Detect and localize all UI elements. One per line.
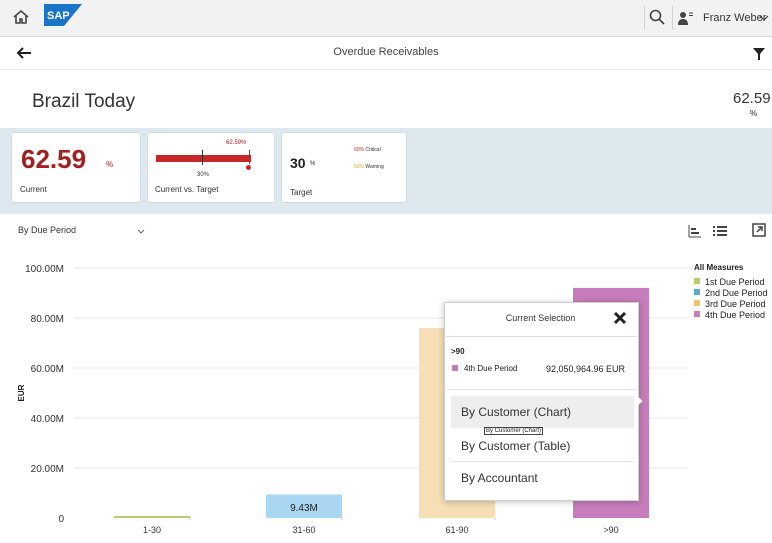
popover-arrow-fill	[636, 395, 642, 407]
x-tick-label: 61-90	[445, 525, 468, 535]
bar-chart: 0 20.00M 40.00M 60.00M 80.00M 100.00M EUR 1-30 3…	[17, 264, 688, 535]
critical-threshold-text: Critical	[365, 147, 381, 153]
x-tick-label: 1-30	[143, 525, 161, 535]
menu-item-by-accountant[interactable]: By Accountant	[461, 471, 538, 485]
current-value: 62.59	[21, 144, 87, 174]
current-label: Current	[20, 185, 47, 194]
critical-threshold: 60% Critical	[354, 147, 381, 153]
critical-threshold-value: 60%	[354, 147, 365, 153]
y-axis-label: EUR	[17, 384, 26, 401]
legend-title: All Measures	[694, 263, 744, 272]
page-title: Overdue Receivables	[333, 46, 439, 58]
legend-item-label: 3rd Due Period	[705, 299, 766, 309]
y-tick-label: 80.00M	[31, 314, 64, 325]
legend-item[interactable]: 4th Due Period	[694, 310, 765, 320]
bar-value-label: 9.43M	[290, 503, 318, 514]
legend-item[interactable]: 2nd Due Period	[694, 288, 768, 298]
y-tick-label: 100.00M	[25, 264, 64, 275]
target-pct-label: 30%	[197, 172, 210, 178]
x-tick-label: 31-60	[292, 525, 315, 535]
list-icon[interactable]	[713, 224, 727, 238]
user-icon[interactable]	[678, 11, 694, 25]
target-marker	[202, 150, 203, 165]
legend-swatch	[694, 300, 700, 306]
divider	[444, 389, 637, 390]
kpi-value: 62.59	[733, 90, 771, 107]
warning-threshold-value: 50%	[354, 164, 365, 170]
x-tick-label: >90	[603, 525, 618, 535]
current-pct-label: 62.59%	[226, 140, 247, 146]
expand-icon[interactable]	[752, 223, 766, 237]
current-bar	[156, 155, 251, 162]
legend-swatch	[694, 289, 700, 295]
selection-amount: 92,050,964.96 EUR	[546, 364, 626, 374]
legend-item-label: 2nd Due Period	[705, 288, 768, 298]
close-icon[interactable]	[612, 310, 628, 326]
bar-chart-icon[interactable]	[688, 224, 702, 238]
legend-swatch	[694, 311, 700, 317]
app-title: Brazil Today	[32, 91, 136, 112]
selection-swatch	[452, 365, 458, 371]
filter-icon[interactable]	[753, 48, 765, 60]
current-unit: %	[106, 160, 114, 169]
sap-logo-text: SAP	[47, 10, 70, 22]
user-name[interactable]: Franz Weber	[703, 12, 766, 24]
kpi-unit: %	[750, 109, 758, 118]
divider	[444, 336, 637, 337]
menu-item-by-customer-table[interactable]: By Customer (Table)	[461, 439, 570, 453]
popover-title: Current Selection	[505, 313, 576, 323]
legend-swatch	[694, 278, 700, 284]
current-marker-line	[249, 150, 250, 164]
target-value: 30	[290, 155, 306, 171]
y-tick-label: 60.00M	[31, 364, 64, 375]
selection-range: >90	[451, 347, 465, 356]
menu-item-label[interactable]: By Customer (Chart)	[461, 405, 571, 419]
legend-item[interactable]: 1st Due Period	[694, 277, 765, 287]
divider	[451, 461, 634, 462]
chevron-down-icon[interactable]	[136, 228, 146, 236]
current-vs-target-label: Current vs. Target	[155, 185, 219, 194]
legend-item-label: 1st Due Period	[705, 277, 765, 287]
legend-item-label: 4th Due Period	[705, 310, 766, 320]
y-tick-label: 20.00M	[31, 464, 64, 475]
y-tick-label: 40.00M	[31, 414, 64, 425]
sap-logo[interactable]: SAP	[44, 4, 82, 26]
chevron-down-icon[interactable]	[759, 13, 769, 23]
target-unit: %	[310, 161, 316, 167]
target-label: Target	[290, 188, 313, 197]
current-marker-dot	[246, 165, 251, 170]
bar	[114, 516, 190, 518]
divider	[672, 6, 673, 30]
home-icon[interactable]	[12, 8, 30, 26]
divider	[644, 6, 645, 30]
y-tick-label: 0	[58, 514, 64, 525]
legend-item[interactable]: 3rd Due Period	[694, 299, 766, 309]
period-select[interactable]: By Due Period	[18, 225, 76, 235]
warning-threshold: 50% Warning	[354, 164, 384, 170]
warning-threshold-text: Warning	[365, 164, 384, 170]
tooltip: By Customer (Chart)	[484, 427, 544, 435]
search-icon[interactable]	[648, 8, 666, 26]
selection-period: 4th Due Period	[464, 364, 518, 373]
